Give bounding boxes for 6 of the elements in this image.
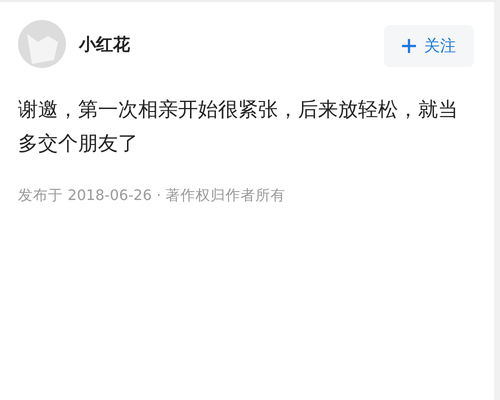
author-name[interactable]: 小红花 <box>79 32 130 56</box>
follow-button[interactable]: 关注 <box>384 25 474 67</box>
publish-info: 发布于 2018-06-26 · 著作权归作者所有 <box>18 187 287 205</box>
avatar-icon <box>18 20 66 68</box>
answer-text: 谢邀，第一次相亲开始很紧张，后来放轻松，就当多交个朋友了 <box>18 96 458 157</box>
plus-icon <box>402 39 416 53</box>
